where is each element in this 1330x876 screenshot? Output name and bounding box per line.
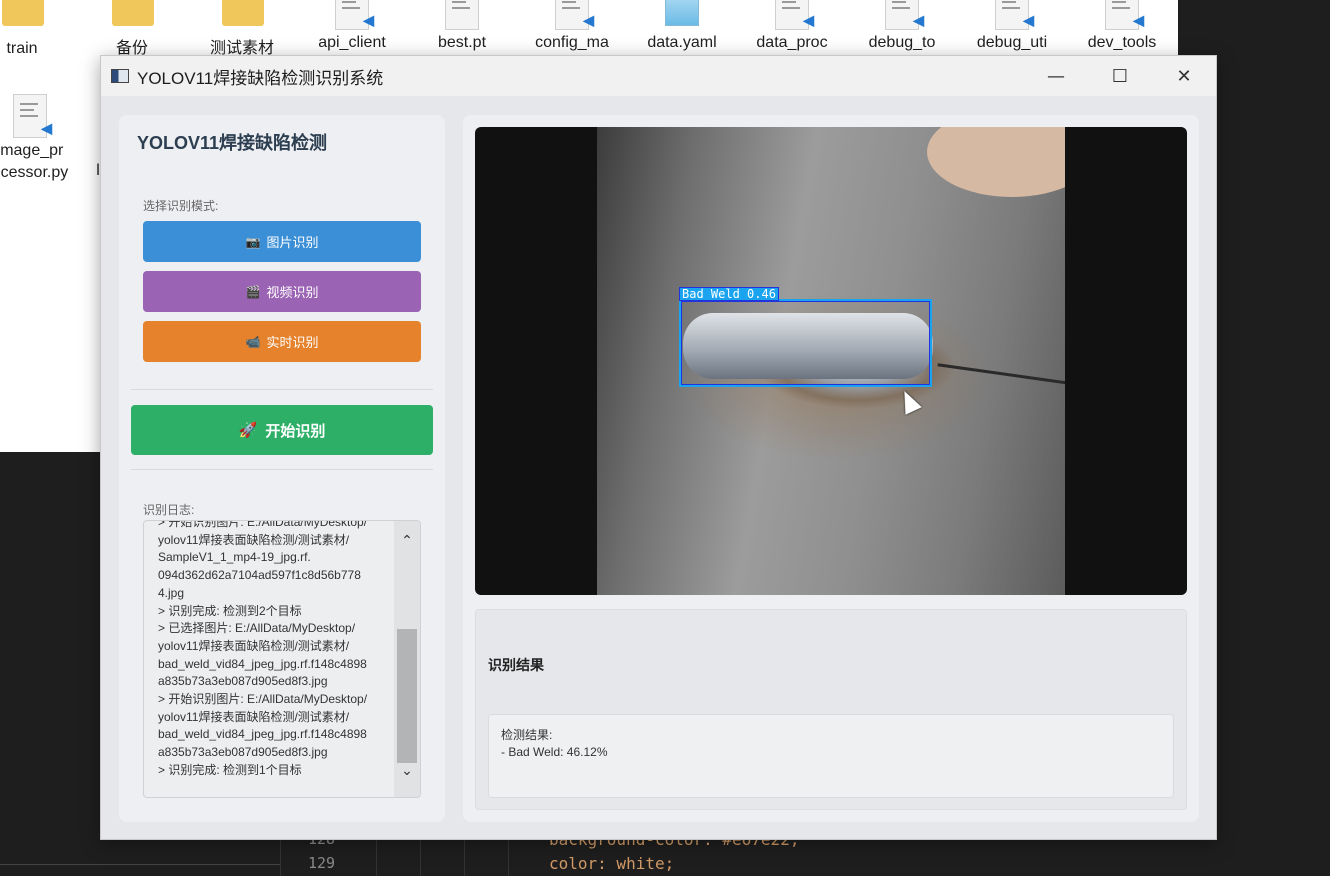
scroll-up-arrow-icon[interactable]: ⌃ (394, 533, 420, 549)
divider (131, 389, 433, 390)
folder-icon (2, 0, 44, 38)
desktop-file-label: debug_uti (976, 34, 1048, 51)
log-line: bad_weld_vid84_jpeg_jpg.rf.f148c4898 (158, 727, 367, 742)
result-item: - Bad Weld: 46.12% (501, 745, 608, 759)
log-line: 094d362d62a7104ad597f1c8d56b778 (158, 568, 361, 583)
desktop-file[interactable]: ◀ dev_tools (1070, 0, 1174, 54)
log-line: > 开始识别图片: E:/AllData/MyDesktop/ (158, 692, 368, 707)
desktop-file[interactable]: ◀ debug_to (850, 0, 954, 54)
log-line: a835b73a3eb087d905ed8f3.jpg (158, 674, 328, 689)
desktop-file[interactable]: data.yaml (630, 0, 734, 54)
minimize-button[interactable]: — (1024, 56, 1088, 96)
image-recognition-label: 图片识别 (266, 235, 319, 250)
log-line: SampleV1_1_mp4-19_jpg.rf. (158, 550, 311, 565)
desktop-file[interactable]: best.pt (410, 0, 514, 54)
desktop-file[interactable]: train (0, 0, 74, 60)
desktop-file[interactable]: ◀ debug_uti (960, 0, 1064, 54)
webcam-icon: 📹 (245, 334, 261, 349)
result-heading: 检测结果: (501, 728, 553, 742)
desktop-file[interactable]: ◀ api_client (300, 0, 404, 54)
line-number: 129 (308, 854, 336, 872)
python-file-icon: ◀ (1102, 0, 1144, 32)
realtime-recognition-button[interactable]: 📹 实时识别 (143, 321, 421, 362)
log-scrollbar[interactable]: ⌃ ⌄ (394, 521, 420, 797)
app-window: YOLOV11焊接缺陷检测识别系统 — ☐ ✕ YOLOV11焊接缺陷检测 选择… (100, 55, 1217, 840)
clapperboard-icon: 🎬 (245, 284, 261, 299)
close-button[interactable]: ✕ (1152, 56, 1216, 96)
log-line: > 识别完成: 检测到2个目标 (158, 603, 302, 618)
detection-box (679, 299, 932, 387)
recognition-log[interactable]: > 开始识别图片: E:/AllData/MyDesktop/yolov11焊接… (143, 520, 421, 798)
log-line: yolov11焊接表面缺陷检测/测试素材/ (158, 709, 350, 724)
log-text: > 开始识别图片: E:/AllData/MyDesktop/yolov11焊接… (158, 520, 388, 780)
log-label: 识别日志: (143, 503, 195, 517)
desktop-file-label: best.pt (437, 34, 487, 51)
desktop-file[interactable]: 测试素材 (190, 0, 294, 60)
file-icon (442, 0, 482, 32)
desktop-file-label: dev_tools (1087, 34, 1157, 51)
desktop-file[interactable]: 备份 (80, 0, 184, 60)
python-file-icon: ◀ (772, 0, 814, 32)
mode-label: 选择识别模式: (143, 199, 219, 213)
app-icon (111, 69, 129, 83)
log-line: yolov11焊接表面缺陷检测/测试素材/ (158, 532, 350, 547)
desktop-file[interactable]: ◀ data_proc (740, 0, 844, 54)
python-file-icon: ◀ (10, 94, 52, 140)
desktop-file-label: train (6, 40, 38, 57)
log-line: > 已选择图片: E:/AllData/MyDesktop/ (158, 621, 356, 636)
scrollbar-thumb[interactable] (397, 629, 417, 763)
start-recognition-button[interactable]: 🚀 开始识别 (131, 405, 433, 455)
desktop-file-label: debug_to (868, 34, 936, 51)
python-file-icon: ◀ (992, 0, 1034, 32)
desktop-file[interactable]: ◀ config_ma (520, 0, 624, 54)
desktop-file-label: config_ma (535, 34, 609, 51)
log-line: a835b73a3eb087d905ed8f3.jpg (158, 745, 328, 760)
result-box: 检测结果: - Bad Weld: 46.12% (488, 714, 1174, 798)
metal-edge-shape (937, 363, 1065, 386)
video-recognition-button[interactable]: 🎬 视频识别 (143, 271, 421, 312)
log-line: 4.jpg (158, 585, 185, 600)
display-panel: Bad Weld 0.46 识别结果 检测结果: - Bad Weld: 46.… (463, 115, 1199, 822)
desktop-file-label: image_pr (0, 142, 64, 159)
result-title: 识别结果 (488, 657, 544, 673)
desktop-file-label: api_client (318, 34, 386, 51)
image-recognition-button[interactable]: 📷 图片识别 (143, 221, 421, 262)
log-line: yolov11焊接表面缺陷检测/测试素材/ (158, 638, 350, 653)
folder-icon (112, 0, 154, 38)
realtime-recognition-label: 实时识别 (266, 335, 319, 350)
log-line: > 识别完成: 检测到1个目标 (158, 762, 302, 777)
control-panel: YOLOV11焊接缺陷检测 选择识别模式: 📷 图片识别 🎬 视频识别 📹 实时… (119, 115, 445, 822)
desktop-file-label: data_proc (756, 34, 828, 51)
divider (131, 469, 433, 470)
python-file-icon: ◀ (882, 0, 924, 32)
python-file-icon: ◀ (332, 0, 374, 32)
desktop-file-label: data.yaml (647, 34, 717, 51)
log-line: > 开始识别图片: E:/AllData/MyDesktop/ (158, 520, 368, 529)
rocket-icon: 🚀 (238, 422, 258, 439)
code-line: color: white; (549, 854, 675, 873)
detection-label: Bad Weld 0.46 (679, 287, 779, 301)
result-section: 识别结果 检测结果: - Bad Weld: 46.12% (475, 609, 1187, 810)
start-recognition-label: 开始识别 (265, 422, 326, 440)
window-title: YOLOV11焊接缺陷检测识别系统 (137, 68, 384, 88)
title-bar[interactable]: YOLOV11焊接缺陷检测识别系统 — ☐ ✕ (101, 56, 1216, 96)
finger-shape (927, 127, 1065, 197)
video-recognition-label: 视频识别 (266, 285, 319, 300)
scroll-down-arrow-icon[interactable]: ⌄ (394, 763, 420, 779)
python-file-icon: ◀ (552, 0, 594, 32)
notepad-file-icon (662, 0, 702, 32)
log-line: bad_weld_vid84_jpeg_jpg.rf.f148c4898 (158, 656, 367, 671)
image-display: Bad Weld 0.46 (475, 127, 1187, 595)
app-heading: YOLOV11焊接缺陷检测 (137, 133, 328, 153)
maximize-button[interactable]: ☐ (1088, 56, 1152, 96)
folder-icon (222, 0, 264, 38)
camera-icon: 📷 (245, 234, 261, 249)
